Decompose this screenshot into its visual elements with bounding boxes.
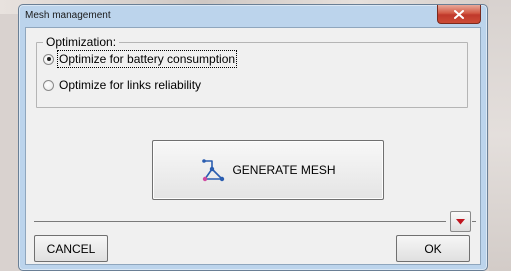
option-battery[interactable]: Optimize for battery consumption (43, 50, 238, 68)
ok-button[interactable]: OK (396, 235, 470, 262)
close-icon (454, 9, 464, 19)
radio-reliability[interactable] (43, 79, 54, 91)
optimization-group: Optimization: Optimize for battery consu… (36, 35, 468, 108)
separator-line (34, 221, 446, 222)
radio-battery[interactable] (43, 53, 54, 65)
title-bar[interactable]: Mesh management (19, 5, 487, 27)
close-button[interactable] (437, 5, 481, 24)
option-reliability-label[interactable]: Optimize for links reliability (59, 78, 201, 92)
separator-tail (472, 221, 476, 222)
cancel-button[interactable]: CANCEL (34, 235, 108, 262)
generate-mesh-button[interactable]: GENERATE MESH (152, 140, 384, 200)
option-reliability[interactable]: Optimize for links reliability (43, 78, 201, 92)
expand-button[interactable] (450, 211, 471, 232)
dialog-client-area: Optimization: Optimize for battery consu… (25, 27, 481, 265)
optimization-legend: Optimization: (43, 35, 120, 49)
window-title: Mesh management (25, 10, 111, 21)
generate-mesh-label: GENERATE MESH (232, 163, 336, 177)
dropdown-arrow-icon (456, 218, 465, 224)
mesh-management-dialog: Mesh management Optimization: Optimize f… (18, 4, 488, 271)
option-battery-label[interactable]: Optimize for battery consumption (56, 50, 238, 68)
mesh-network-icon (202, 159, 225, 182)
background-window-edge (489, 0, 511, 271)
